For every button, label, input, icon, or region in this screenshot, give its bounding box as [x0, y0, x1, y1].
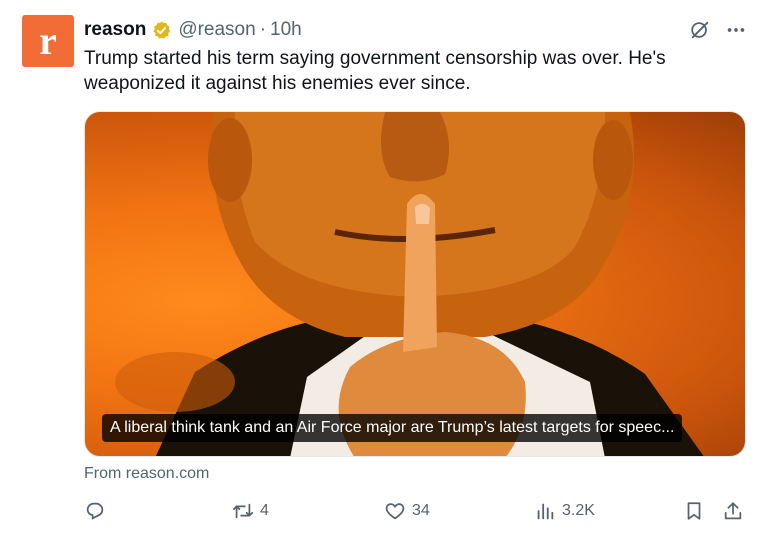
author-name[interactable]: reason [84, 19, 146, 41]
tweet-header: reason @reason · 10h [84, 18, 302, 42]
reply-icon [86, 502, 104, 520]
views-icon [537, 503, 554, 520]
link-card-image[interactable]: A liberal think tank and an Air Force ma… [84, 111, 746, 457]
views-button[interactable]: 3.2K [534, 500, 595, 522]
tweet-text: Trump started his term saying government… [84, 48, 666, 94]
tweet-top-actions [689, 19, 747, 41]
separator-dot: · [259, 19, 267, 40]
heart-icon [385, 503, 405, 520]
share-button[interactable] [722, 500, 744, 522]
bookmark-button[interactable] [683, 500, 705, 522]
retweet-icon [232, 503, 254, 519]
timestamp[interactable]: 10h [270, 19, 302, 41]
verified-badge-icon[interactable] [151, 20, 172, 41]
like-count: 34 [412, 502, 430, 519]
card-title[interactable]: A liberal think tank and an Air Force ma… [102, 414, 683, 442]
like-button[interactable]: 34 [384, 500, 430, 522]
author-handle[interactable]: @reason [178, 19, 255, 41]
grok-icon[interactable] [689, 19, 711, 41]
bookmark-icon [687, 502, 701, 520]
reply-button[interactable] [84, 500, 112, 522]
retweet-button[interactable]: 4 [232, 500, 269, 522]
card-source[interactable]: From reason.com [84, 465, 209, 483]
tweet-action-bar: 4 34 3.2K [84, 500, 752, 524]
share-icon [724, 502, 742, 520]
retweet-count: 4 [260, 502, 269, 519]
avatar[interactable]: r [22, 15, 74, 67]
more-options-icon[interactable] [725, 19, 747, 41]
views-count: 3.2K [562, 502, 595, 519]
portrait-image [115, 112, 704, 456]
